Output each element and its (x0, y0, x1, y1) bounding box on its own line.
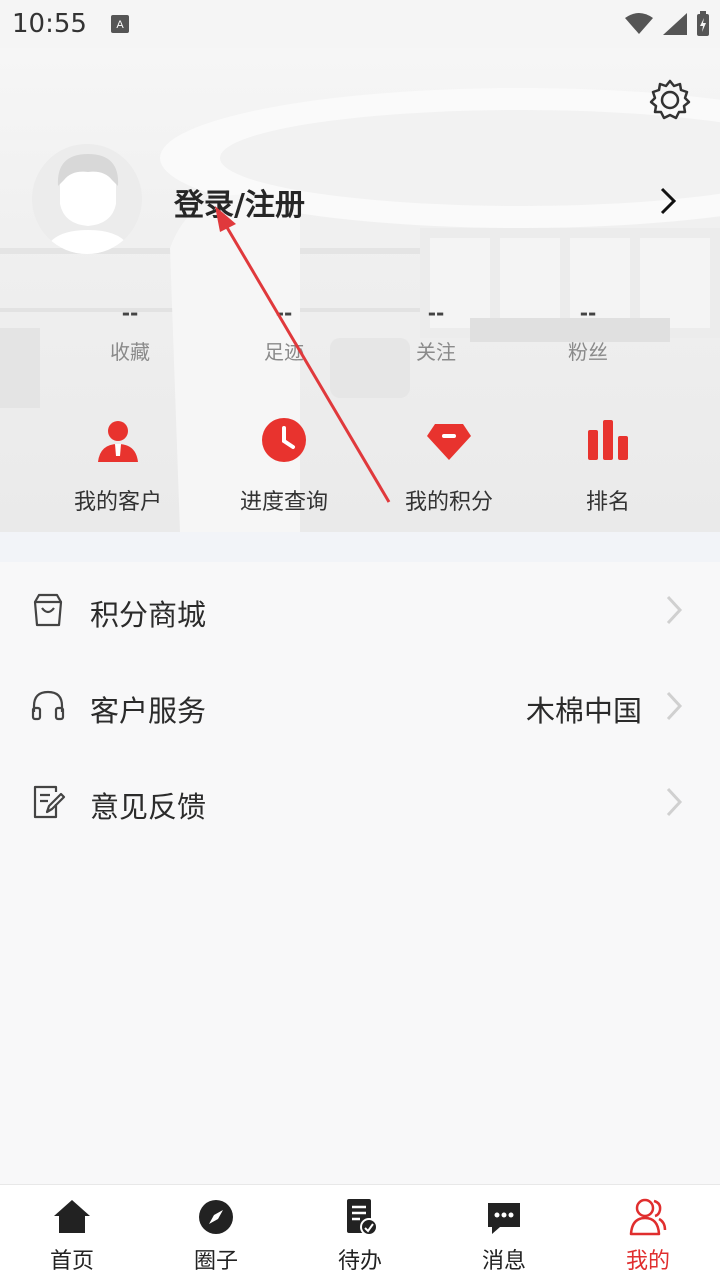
stat-value: -- (121, 301, 139, 325)
avatar[interactable] (32, 144, 142, 254)
shortcut-label: 排名 (585, 490, 630, 515)
stat-value: -- (427, 301, 445, 325)
home-icon (54, 1200, 90, 1233)
shortcut-grid: 我的客户 进度查询 我的积分 排名 (0, 416, 720, 526)
customer-icon (98, 421, 138, 462)
profile-screen: 10:55 A 登录/注册 -- 收藏 -- 足迹 -- 关注 -- 粉丝 我的… (0, 0, 720, 1280)
signal-icon (663, 13, 687, 35)
nav-label: 首页 (49, 1249, 94, 1274)
user-icon (629, 1198, 667, 1236)
nav-circle[interactable]: 圈子 (144, 1197, 288, 1275)
stats-row: -- 收藏 -- 足迹 -- 关注 -- 粉丝 (0, 300, 720, 370)
section-divider (0, 532, 720, 562)
menu-item-feedback[interactable]: 意见反馈 (0, 754, 720, 850)
bar-chart-icon (588, 420, 628, 460)
stat-fans[interactable]: -- 粉丝 (528, 300, 648, 365)
shortcut-progress-query[interactable]: 进度查询 (209, 416, 359, 516)
login-register-link[interactable]: 登录/注册 (174, 180, 305, 224)
shortcut-label: 我的积分 (404, 490, 493, 515)
profile-header: 登录/注册 -- 收藏 -- 足迹 -- 关注 -- 粉丝 我的客户 进度查询 … (0, 48, 720, 532)
menu-list: 积分商城 客户服务 木棉中国 意见反馈 (0, 562, 720, 850)
battery-icon (697, 11, 709, 36)
stat-label: 收藏 (110, 340, 150, 364)
stat-value: -- (275, 301, 293, 325)
nav-mine[interactable]: 我的 (576, 1197, 720, 1275)
status-icons (624, 10, 710, 38)
stat-footprints[interactable]: -- 足迹 (224, 300, 344, 365)
chevron-right-icon (666, 691, 683, 721)
shopping-bag-icon (33, 593, 63, 627)
status-time: 10:55 (12, 9, 87, 39)
default-avatar-icon (32, 144, 142, 254)
menu-item-value: 木棉中国 (525, 694, 642, 728)
menu-item-points-mall[interactable]: 积分商城 (0, 562, 720, 658)
stat-value: -- (579, 301, 597, 325)
compass-icon (199, 1200, 233, 1234)
chevron-right-icon (666, 787, 683, 817)
nav-label: 消息 (481, 1249, 526, 1274)
stat-label: 关注 (416, 340, 456, 364)
keyboard-indicator-icon: A (111, 15, 129, 33)
nav-label: 圈子 (193, 1249, 238, 1274)
feedback-icon (33, 785, 66, 819)
nav-label: 我的 (625, 1249, 670, 1274)
clock-icon (262, 418, 306, 462)
chevron-right-icon (666, 595, 683, 625)
shortcut-label: 我的客户 (73, 490, 162, 515)
shortcut-my-points[interactable]: 我的积分 (374, 416, 524, 516)
menu-item-label: 客户服务 (90, 694, 207, 728)
message-icon (488, 1203, 520, 1234)
menu-item-label: 积分商城 (90, 598, 207, 632)
status-bar: 10:55 A (0, 0, 720, 48)
nav-todo[interactable]: 待办 (288, 1197, 432, 1275)
stat-label: 足迹 (264, 340, 304, 364)
nav-home[interactable]: 首页 (0, 1197, 144, 1275)
stat-label: 粉丝 (568, 340, 608, 364)
diamond-icon (427, 424, 471, 460)
stat-following[interactable]: -- 关注 (376, 300, 496, 365)
wifi-icon (625, 13, 653, 34)
nav-label: 待办 (337, 1249, 382, 1274)
shortcut-ranking[interactable]: 排名 (533, 416, 683, 516)
chevron-right-icon[interactable] (656, 186, 680, 216)
nav-messages[interactable]: 消息 (432, 1197, 576, 1275)
menu-item-customer-service[interactable]: 客户服务 木棉中国 (0, 658, 720, 754)
svg-text:A: A (116, 19, 124, 31)
shortcut-my-customers[interactable]: 我的客户 (43, 416, 193, 516)
menu-item-label: 意见反馈 (90, 790, 207, 824)
todo-icon (347, 1199, 378, 1236)
bottom-navigation: 首页 圈子 待办 消息 我的 (0, 1184, 720, 1280)
settings-gear-icon[interactable] (648, 78, 692, 122)
headset-icon (31, 690, 65, 721)
shortcut-label: 进度查询 (239, 490, 328, 515)
stat-favorites[interactable]: -- 收藏 (70, 300, 190, 365)
